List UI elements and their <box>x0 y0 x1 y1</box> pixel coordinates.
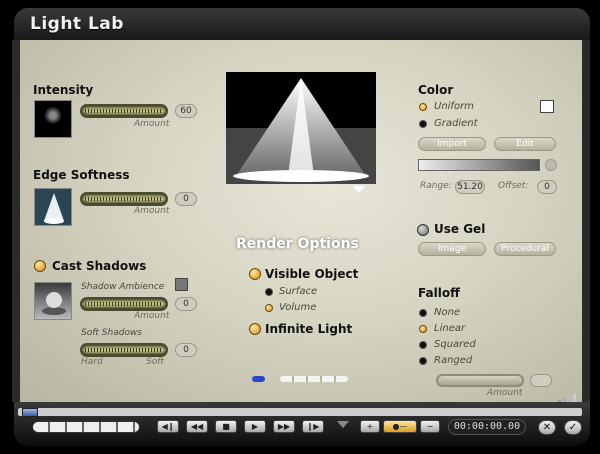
play-icon: ▶ <box>251 422 259 431</box>
shadow-thumbnail <box>34 282 72 320</box>
falloff-title: Falloff <box>418 286 460 300</box>
remove-keyframe-button[interactable]: − <box>420 420 440 433</box>
falloff-squared-radio[interactable] <box>419 341 427 349</box>
close-icon: ✕ <box>542 422 552 433</box>
falloff-amount-slider[interactable] <box>436 374 524 387</box>
gradient-radio[interactable] <box>419 120 427 128</box>
gel-image-button[interactable]: Image <box>418 242 486 256</box>
uniform-radio[interactable] <box>419 103 427 111</box>
offset-value[interactable]: 0 <box>537 180 557 194</box>
plus-icon: + <box>366 422 374 431</box>
step-back-icon: ◀◀ <box>190 422 204 431</box>
color-swatch[interactable] <box>540 100 554 113</box>
spotlight-cone-icon <box>233 78 369 182</box>
timecode-display: 00:00:00.00 <box>448 419 526 435</box>
step-forward-icon: ▶▶ <box>277 422 291 431</box>
go-to-start-button[interactable]: ◀❙ <box>157 420 179 433</box>
preview-dropdown-icon[interactable] <box>353 186 365 193</box>
shadow-ambience-value[interactable]: 0 <box>175 297 197 311</box>
gel-procedural-button[interactable]: Procedural <box>494 242 556 256</box>
soft-shadows-label: Soft Shadows <box>81 328 142 338</box>
visible-object-radio[interactable] <box>249 268 261 280</box>
gradient-label: Gradient <box>434 118 478 129</box>
skip-start-icon: ◀❙ <box>161 422 175 431</box>
soft-shadows-soft-label: Soft <box>146 357 164 367</box>
intensity-thumbnail <box>34 100 72 138</box>
check-icon: ✓ <box>568 422 578 433</box>
falloff-ranged-radio[interactable] <box>419 357 427 365</box>
cast-shadows-title: Cast Shadows <box>52 259 147 273</box>
uniform-label: Uniform <box>434 101 474 112</box>
use-gel-toggle[interactable] <box>417 224 429 236</box>
cancel-button[interactable]: ✕ <box>538 420 556 435</box>
key-icon: ●— <box>392 422 408 431</box>
edge-softness-slider[interactable] <box>80 192 168 206</box>
keyframe-track-buttons[interactable] <box>32 421 140 433</box>
render-options-title: Render Options <box>236 236 359 252</box>
use-gel-title: Use Gel <box>434 222 486 236</box>
shadow-sphere-icon <box>42 292 66 315</box>
infinite-light-radio[interactable] <box>249 323 261 335</box>
surface-label: Surface <box>279 286 318 297</box>
import-button[interactable]: Import <box>418 137 486 151</box>
visible-object-label: Visible Object <box>265 267 359 281</box>
range-value[interactable]: 51.20 <box>455 180 485 194</box>
edge-softness-title: Edge Softness <box>33 168 130 182</box>
shadow-ambience-color-swatch[interactable] <box>175 278 188 291</box>
page-indicator-active[interactable] <box>252 376 265 382</box>
skip-end-icon: ❙▶ <box>306 422 320 431</box>
color-title: Color <box>418 83 454 97</box>
play-button[interactable]: ▶ <box>244 420 266 433</box>
range-label: Range: <box>420 181 452 191</box>
intensity-amount-label: Amount <box>134 119 170 129</box>
timeline-handle[interactable] <box>22 408 38 417</box>
cast-shadows-toggle[interactable] <box>34 260 46 272</box>
edit-button[interactable]: Edit <box>494 137 556 151</box>
infinite-light-label: Infinite Light <box>265 322 353 336</box>
intensity-slider[interactable] <box>80 104 168 118</box>
edge-softness-thumbnail <box>34 188 72 226</box>
gradient-bar[interactable] <box>418 159 540 171</box>
shadow-ambience-slider[interactable] <box>80 297 168 311</box>
go-to-end-button[interactable]: ❙▶ <box>302 420 324 433</box>
loop-dropdown-icon[interactable] <box>337 421 349 428</box>
step-back-button[interactable]: ◀◀ <box>186 420 208 433</box>
ok-button[interactable]: ✓ <box>564 420 582 435</box>
gradient-options-icon[interactable] <box>545 159 557 171</box>
app-title: Light Lab <box>30 14 124 34</box>
key-button[interactable]: ●— <box>383 420 417 433</box>
falloff-none-label: None <box>434 307 461 318</box>
light-lab-window: Light Lab Intensity 60 Amount Edge Softn… <box>0 0 600 454</box>
cone-light-icon <box>44 193 64 224</box>
intensity-title: Intensity <box>33 83 94 97</box>
add-keyframe-button[interactable]: + <box>360 420 380 433</box>
falloff-amount-value[interactable] <box>530 374 552 387</box>
falloff-amount-label: Amount <box>487 388 523 398</box>
falloff-linear-radio[interactable] <box>419 325 427 333</box>
soft-shadows-value[interactable]: 0 <box>175 343 197 357</box>
stop-button[interactable]: ■ <box>215 420 237 433</box>
volume-radio[interactable] <box>265 304 273 312</box>
falloff-linear-label: Linear <box>434 323 466 334</box>
edge-softness-value[interactable]: 0 <box>175 192 197 206</box>
offset-label: Offset: <box>498 181 529 191</box>
title-bar[interactable]: Light Lab <box>14 8 590 42</box>
intensity-value[interactable]: 60 <box>175 104 197 118</box>
shadow-ambience-amount-label: Amount <box>134 311 170 321</box>
edge-softness-amount-label: Amount <box>134 206 170 216</box>
soft-shadows-hard-label: Hard <box>81 357 103 367</box>
soft-shadows-slider[interactable] <box>80 343 168 357</box>
volume-label: Volume <box>279 302 317 313</box>
page-indicator-dots[interactable] <box>280 376 348 382</box>
surface-radio[interactable] <box>265 288 273 296</box>
falloff-ranged-label: Ranged <box>434 355 473 366</box>
falloff-squared-label: Squared <box>434 339 476 350</box>
step-forward-button[interactable]: ▶▶ <box>273 420 295 433</box>
falloff-none-radio[interactable] <box>419 309 427 317</box>
shadow-ambience-label: Shadow Ambience <box>81 282 165 292</box>
minus-icon: − <box>426 422 434 431</box>
timeline-scrubber[interactable] <box>18 408 582 416</box>
light-preview <box>226 72 376 184</box>
stop-icon: ■ <box>222 422 230 431</box>
